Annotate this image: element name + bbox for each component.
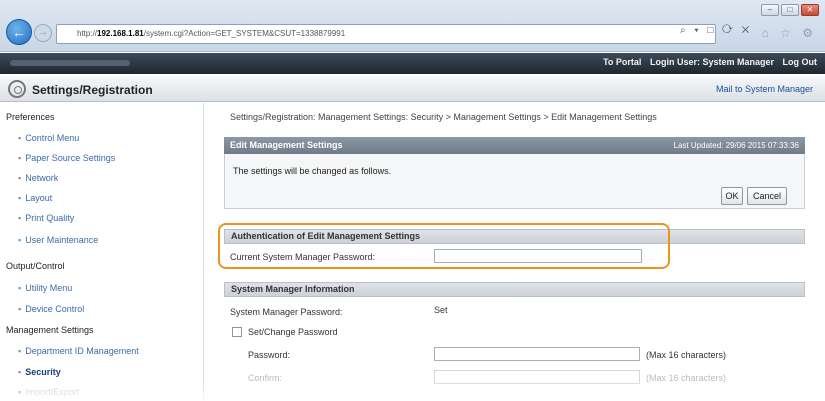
home-favorites-settings-icons[interactable]: ⌂ ☆ ⚙	[762, 26, 817, 40]
sidebar-item-user-maintenance[interactable]: ▪ User Maintenance	[18, 235, 98, 245]
system-manager-section-header: System Manager Information	[224, 282, 805, 297]
sidebar: Preferences ▪ Control Menu ▪ Paper Source …	[0, 103, 204, 401]
bullet-icon: ▪	[18, 346, 22, 356]
sidebar-item-security[interactable]: ▪ Security	[18, 367, 61, 377]
url-scheme: http://	[77, 29, 98, 38]
address-tools-icons[interactable]: ⌕ ▾ □ ⟳ ✕	[680, 25, 752, 36]
sidebar-item-print-quality[interactable]: ▪ Print Quality	[18, 213, 74, 223]
window-controls: – □ ✕	[761, 4, 819, 16]
cancel-button[interactable]: Cancel	[747, 187, 788, 205]
forward-arrow-icon[interactable]: →	[34, 24, 52, 42]
sidebar-item-utility-menu[interactable]: ▪ Utility Menu	[18, 283, 72, 293]
bullet-icon: ▪	[18, 193, 22, 203]
sidebar-item-label: Utility Menu	[25, 283, 73, 293]
sidebar-item-label: User Maintenance	[25, 235, 99, 245]
sidebar-item-label: Device Control	[25, 304, 85, 314]
login-user-text: Login User: System Manager	[649, 57, 774, 67]
sidebar-item-paper-source[interactable]: ▪ Paper Source Settings	[18, 153, 115, 163]
mail-to-system-manager-link[interactable]: Mail to System Manager	[716, 84, 813, 94]
system-manager-password-label: System Manager Password:	[230, 307, 343, 317]
sidebar-item-layout[interactable]: ▪ Layout	[18, 193, 52, 203]
bullet-icon: ▪	[18, 235, 22, 245]
sidebar-item-label: Paper Source Settings	[25, 153, 116, 163]
browser-chrome: – □ ✕ ← → http://192.168.1.81/system.cgi…	[0, 0, 825, 52]
confirmation-panel: The settings will be changed as follows.…	[224, 154, 805, 209]
panel-header: Edit Management Settings Last Updated: 2…	[224, 137, 805, 154]
logout-link[interactable]: Log Out	[783, 57, 818, 67]
bullet-icon: ▪	[18, 133, 22, 143]
last-updated-text: Last Updated: 29/06 2015 07:33:36	[673, 141, 799, 150]
page-title-bar: Settings/Registration Mail to System Man…	[0, 76, 825, 102]
address-bar[interactable]: http://192.168.1.81/system.cgi?Action=GE…	[56, 24, 716, 44]
sidebar-item-label: Network	[25, 173, 59, 183]
password-label: Password:	[248, 350, 291, 360]
password-input[interactable]	[434, 347, 640, 361]
bullet-icon: ▪	[18, 387, 22, 397]
sidebar-item-label: Control Menu	[25, 133, 80, 143]
maximize-icon[interactable]: □	[781, 4, 799, 16]
device-name-blurred	[10, 60, 130, 66]
sidebar-heading-management: Management Settings	[6, 325, 94, 335]
confirmation-message: The settings will be changed as follows.	[233, 166, 392, 176]
sidebar-item-label: Import/Export	[25, 387, 80, 397]
sidebar-item-department-id[interactable]: ▪ Department ID Management	[18, 346, 139, 356]
password-hint: (Max 16 characters)	[646, 350, 727, 360]
bullet-icon: ▪	[18, 304, 22, 314]
device-header-bar: To Portal Login User: System Manager Log…	[0, 53, 825, 74]
header-links: To Portal Login User: System Manager Log…	[597, 57, 817, 67]
bullet-icon: ▪	[18, 367, 22, 377]
minimize-icon[interactable]: –	[761, 4, 779, 16]
sidebar-heading-output-control: Output/Control	[6, 261, 65, 271]
sidebar-item-import-export[interactable]: ▪ Import/Export	[18, 387, 79, 397]
sidebar-item-control-menu[interactable]: ▪ Control Menu	[18, 133, 79, 143]
to-portal-link[interactable]: To Portal	[603, 57, 641, 67]
sidebar-item-label: Department ID Management	[25, 346, 139, 356]
sidebar-item-label: Security	[25, 367, 61, 377]
confirm-label: Confirm:	[248, 373, 283, 383]
set-change-password-label: Set/Change Password	[248, 327, 338, 337]
bullet-icon: ▪	[18, 283, 22, 293]
confirm-input[interactable]	[434, 370, 640, 384]
sidebar-item-device-control[interactable]: ▪ Device Control	[18, 304, 84, 314]
close-icon[interactable]: ✕	[801, 4, 819, 16]
url-path: /system.cgi?Action=GET_SYSTEM&CSUT=13388…	[143, 29, 346, 38]
system-manager-password-status: Set	[434, 305, 448, 315]
sidebar-item-label: Layout	[25, 193, 53, 203]
sidebar-item-label: Print Quality	[25, 213, 75, 223]
confirm-hint: (Max 16 characters)	[646, 373, 727, 383]
sidebar-heading-preferences: Preferences	[6, 112, 55, 122]
highlight-frame	[218, 223, 670, 269]
page-title: Settings/Registration	[32, 83, 153, 97]
bullet-icon: ▪	[18, 173, 22, 183]
bullet-icon: ▪	[18, 213, 22, 223]
ok-button[interactable]: OK	[721, 187, 743, 205]
panel-title: Edit Management Settings	[230, 140, 343, 150]
url-host: 192.168.1.81	[97, 29, 144, 38]
back-arrow-icon[interactable]: ←	[6, 19, 32, 45]
bullet-icon: ▪	[18, 153, 22, 163]
gear-icon	[8, 80, 26, 98]
sidebar-item-network[interactable]: ▪ Network	[18, 173, 58, 183]
breadcrumb: Settings/Registration: Management Settin…	[230, 112, 657, 122]
set-change-password-checkbox[interactable]	[232, 327, 242, 337]
